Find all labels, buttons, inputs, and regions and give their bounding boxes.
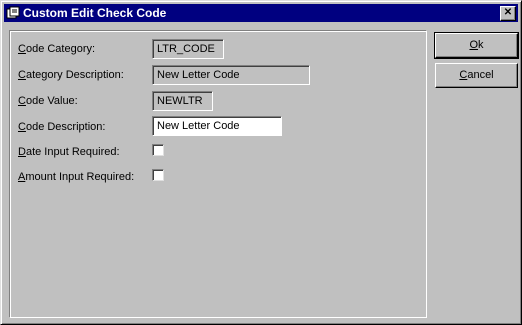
close-icon: ✕: [503, 7, 513, 18]
code-category-field: LTR_CODE: [152, 39, 224, 59]
close-button[interactable]: ✕: [500, 6, 516, 21]
dialog-window: Custom Edit Check Code ✕ Code Category: …: [0, 0, 522, 325]
category-description-label: Category Description:: [18, 69, 124, 81]
app-icon: [6, 6, 20, 19]
title-bar[interactable]: Custom Edit Check Code ✕: [4, 4, 518, 22]
date-input-required-label: Date Input Required:: [18, 146, 120, 158]
amount-input-required-label: Amount Input Required:: [18, 171, 135, 183]
code-category-label: Code Category:: [18, 43, 96, 55]
ok-button[interactable]: Ok: [434, 32, 519, 59]
code-description-label: Code Description:: [18, 121, 106, 133]
category-description-field: New Letter Code: [152, 65, 310, 85]
code-description-input[interactable]: New Letter Code: [152, 116, 282, 136]
amount-input-required-checkbox[interactable]: [152, 169, 164, 181]
cancel-button[interactable]: Cancel: [435, 63, 518, 88]
date-input-required-checkbox[interactable]: [152, 144, 164, 156]
window-title: Custom Edit Check Code: [23, 6, 167, 20]
code-value-label: Code Value:: [18, 95, 78, 107]
code-value-field: NEWLTR: [152, 91, 213, 111]
